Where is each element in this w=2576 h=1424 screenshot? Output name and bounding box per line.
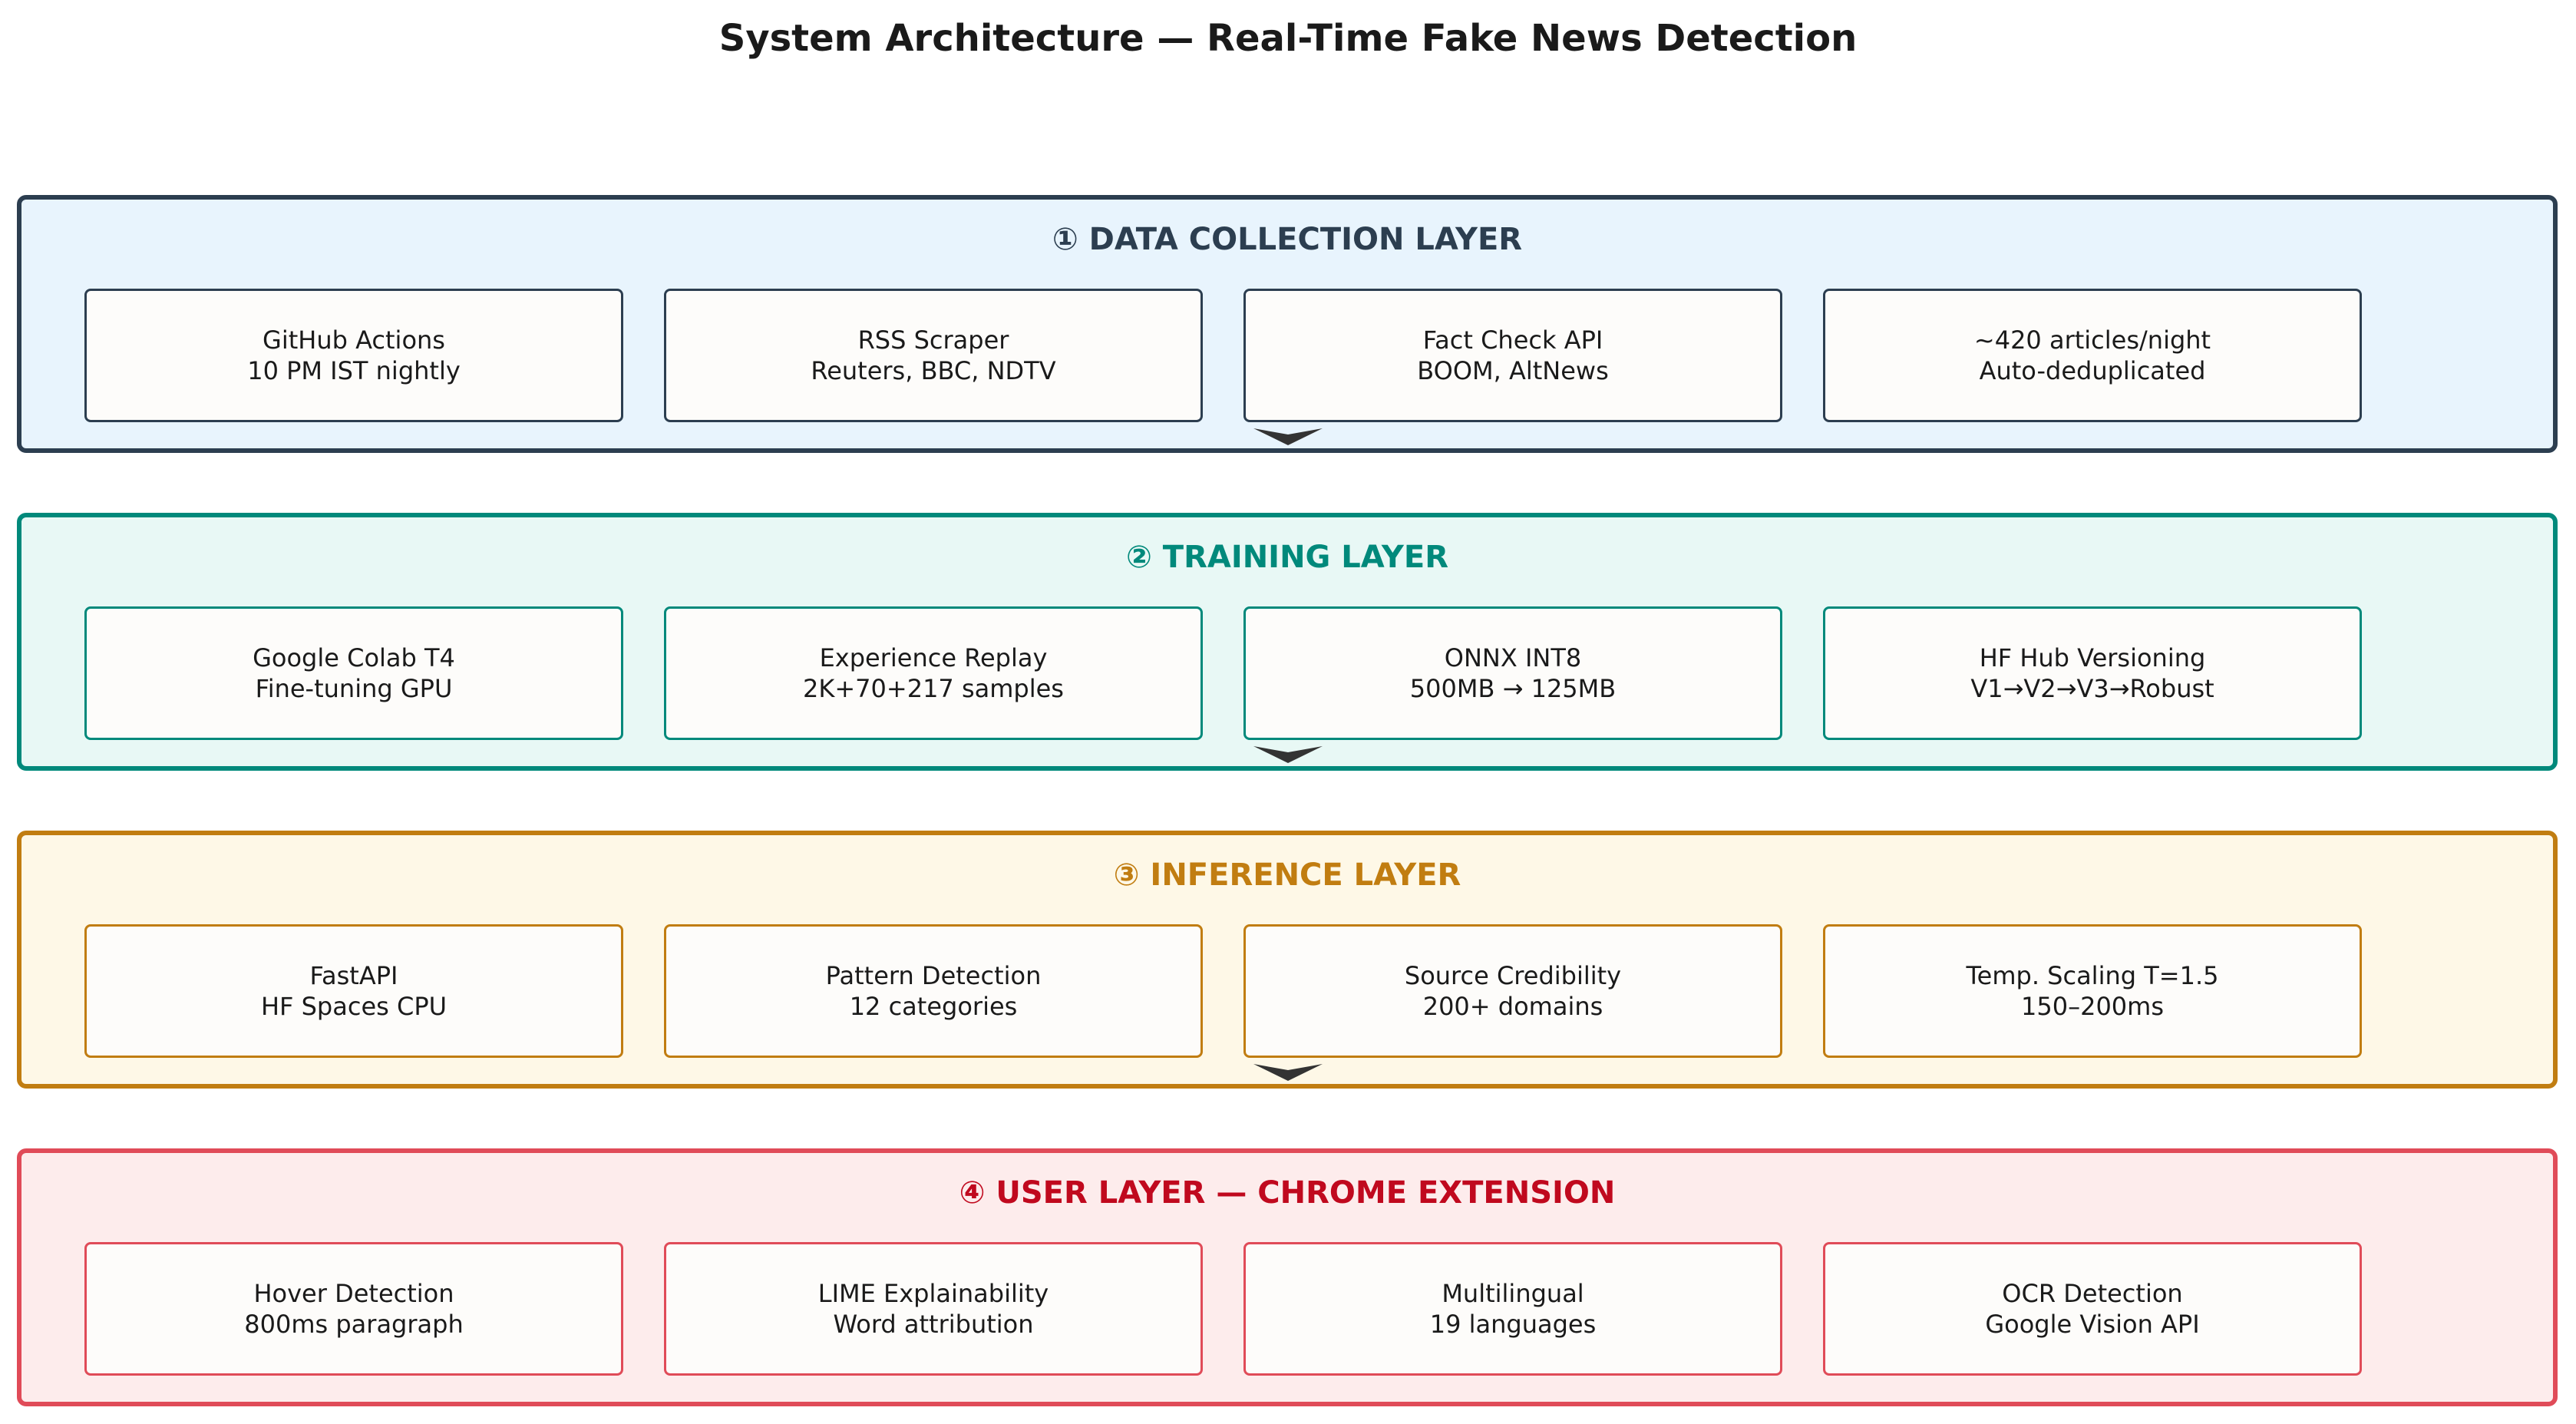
card-detail: Reuters, BBC, NDTV [811, 356, 1056, 385]
layer-inference: ③ INFERENCE LAYER FastAPI HF Spaces CPU … [17, 831, 2558, 1089]
layer-title: ④ USER LAYER — CHROME EXTENSION [959, 1175, 1616, 1211]
card-github-actions: GitHub Actions 10 PM IST nightly [84, 289, 623, 422]
card-rss-scraper: RSS Scraper Reuters, BBC, NDTV [664, 289, 1203, 422]
card-detail: 12 categories [849, 992, 1018, 1021]
card-temperature-scaling: Temp. Scaling T=1.5 150–200ms [1823, 924, 2362, 1058]
layer-title: ① DATA COLLECTION LAYER [1052, 222, 1523, 257]
card-detail: Fine-tuning GPU [255, 674, 453, 703]
card-detail: 150–200ms [2021, 992, 2164, 1021]
arrow-head [1253, 428, 1323, 445]
card-title: LIME Explainability [817, 1279, 1049, 1308]
card-title: Multilingual [1442, 1279, 1584, 1308]
card-onnx-int8: ONNX INT8 500MB → 125MB [1243, 606, 1782, 740]
card-detail: 500MB → 125MB [1409, 674, 1617, 703]
layer-training: ② TRAINING LAYER Google Colab T4 Fine-tu… [17, 513, 2558, 771]
card-title: Pattern Detection [825, 961, 1042, 990]
card-lime-explainability: LIME Explainability Word attribution [664, 1242, 1203, 1376]
layer-title: ③ INFERENCE LAYER [1113, 857, 1461, 893]
arrow-head [1253, 1064, 1323, 1081]
card-multilingual: Multilingual 19 languages [1243, 1242, 1782, 1376]
card-ocr-detection: OCR Detection Google Vision API [1823, 1242, 2362, 1376]
card-detail: 800ms paragraph [244, 1310, 464, 1339]
card-title: Google Colab T4 [253, 643, 455, 672]
card-title: Source Credibility [1404, 961, 1622, 990]
card-experience-replay: Experience Replay 2K+70+217 samples [664, 606, 1203, 740]
card-hover-detection: Hover Detection 800ms paragraph [84, 1242, 623, 1376]
card-title: OCR Detection [2002, 1279, 2183, 1308]
layer-user-chrome-extension: ④ USER LAYER — CHROME EXTENSION Hover De… [17, 1148, 2558, 1406]
card-articles-per-night: ~420 articles/night Auto-deduplicated [1823, 289, 2362, 422]
down-arrow-icon [1253, 1064, 1323, 1081]
card-title: ONNX INT8 [1444, 643, 1582, 672]
card-detail: V1→V2→V3→Robust [1970, 674, 2214, 703]
card-google-colab: Google Colab T4 Fine-tuning GPU [84, 606, 623, 740]
card-title: ~420 articles/night [1973, 325, 2211, 355]
card-title: Fact Check API [1422, 325, 1603, 355]
card-title: HF Hub Versioning [1979, 643, 2206, 672]
diagram-title: System Architecture — Real-Time Fake New… [718, 17, 1858, 60]
card-detail: 19 languages [1429, 1310, 1597, 1339]
card-detail: Word attribution [833, 1310, 1034, 1339]
card-title: GitHub Actions [263, 325, 445, 355]
card-fastapi: FastAPI HF Spaces CPU [84, 924, 623, 1058]
card-detail: HF Spaces CPU [260, 992, 447, 1021]
card-detail: Google Vision API [1985, 1310, 2200, 1339]
card-fact-check-api: Fact Check API BOOM, AltNews [1243, 289, 1782, 422]
card-title: Hover Detection [253, 1279, 454, 1308]
card-pattern-detection: Pattern Detection 12 categories [664, 924, 1203, 1058]
card-detail: BOOM, AltNews [1417, 356, 1609, 385]
card-source-credibility: Source Credibility 200+ domains [1243, 924, 1782, 1058]
card-title: Experience Replay [819, 643, 1048, 672]
card-detail: 10 PM IST nightly [247, 356, 461, 385]
layer-title: ② TRAINING LAYER [1125, 540, 1449, 575]
down-arrow-icon [1253, 428, 1323, 445]
layer-data-collection: ① DATA COLLECTION LAYER GitHub Actions 1… [17, 195, 2558, 453]
down-arrow-icon [1253, 746, 1323, 763]
card-detail: 200+ domains [1422, 992, 1603, 1021]
card-detail: 2K+70+217 samples [803, 674, 1064, 703]
card-title: RSS Scraper [857, 325, 1009, 355]
card-title: FastAPI [309, 961, 398, 990]
arrow-head [1253, 746, 1323, 763]
card-detail: Auto-deduplicated [1979, 356, 2206, 385]
card-title: Temp. Scaling T=1.5 [1966, 961, 2219, 990]
card-hf-hub-versioning: HF Hub Versioning V1→V2→V3→Robust [1823, 606, 2362, 740]
